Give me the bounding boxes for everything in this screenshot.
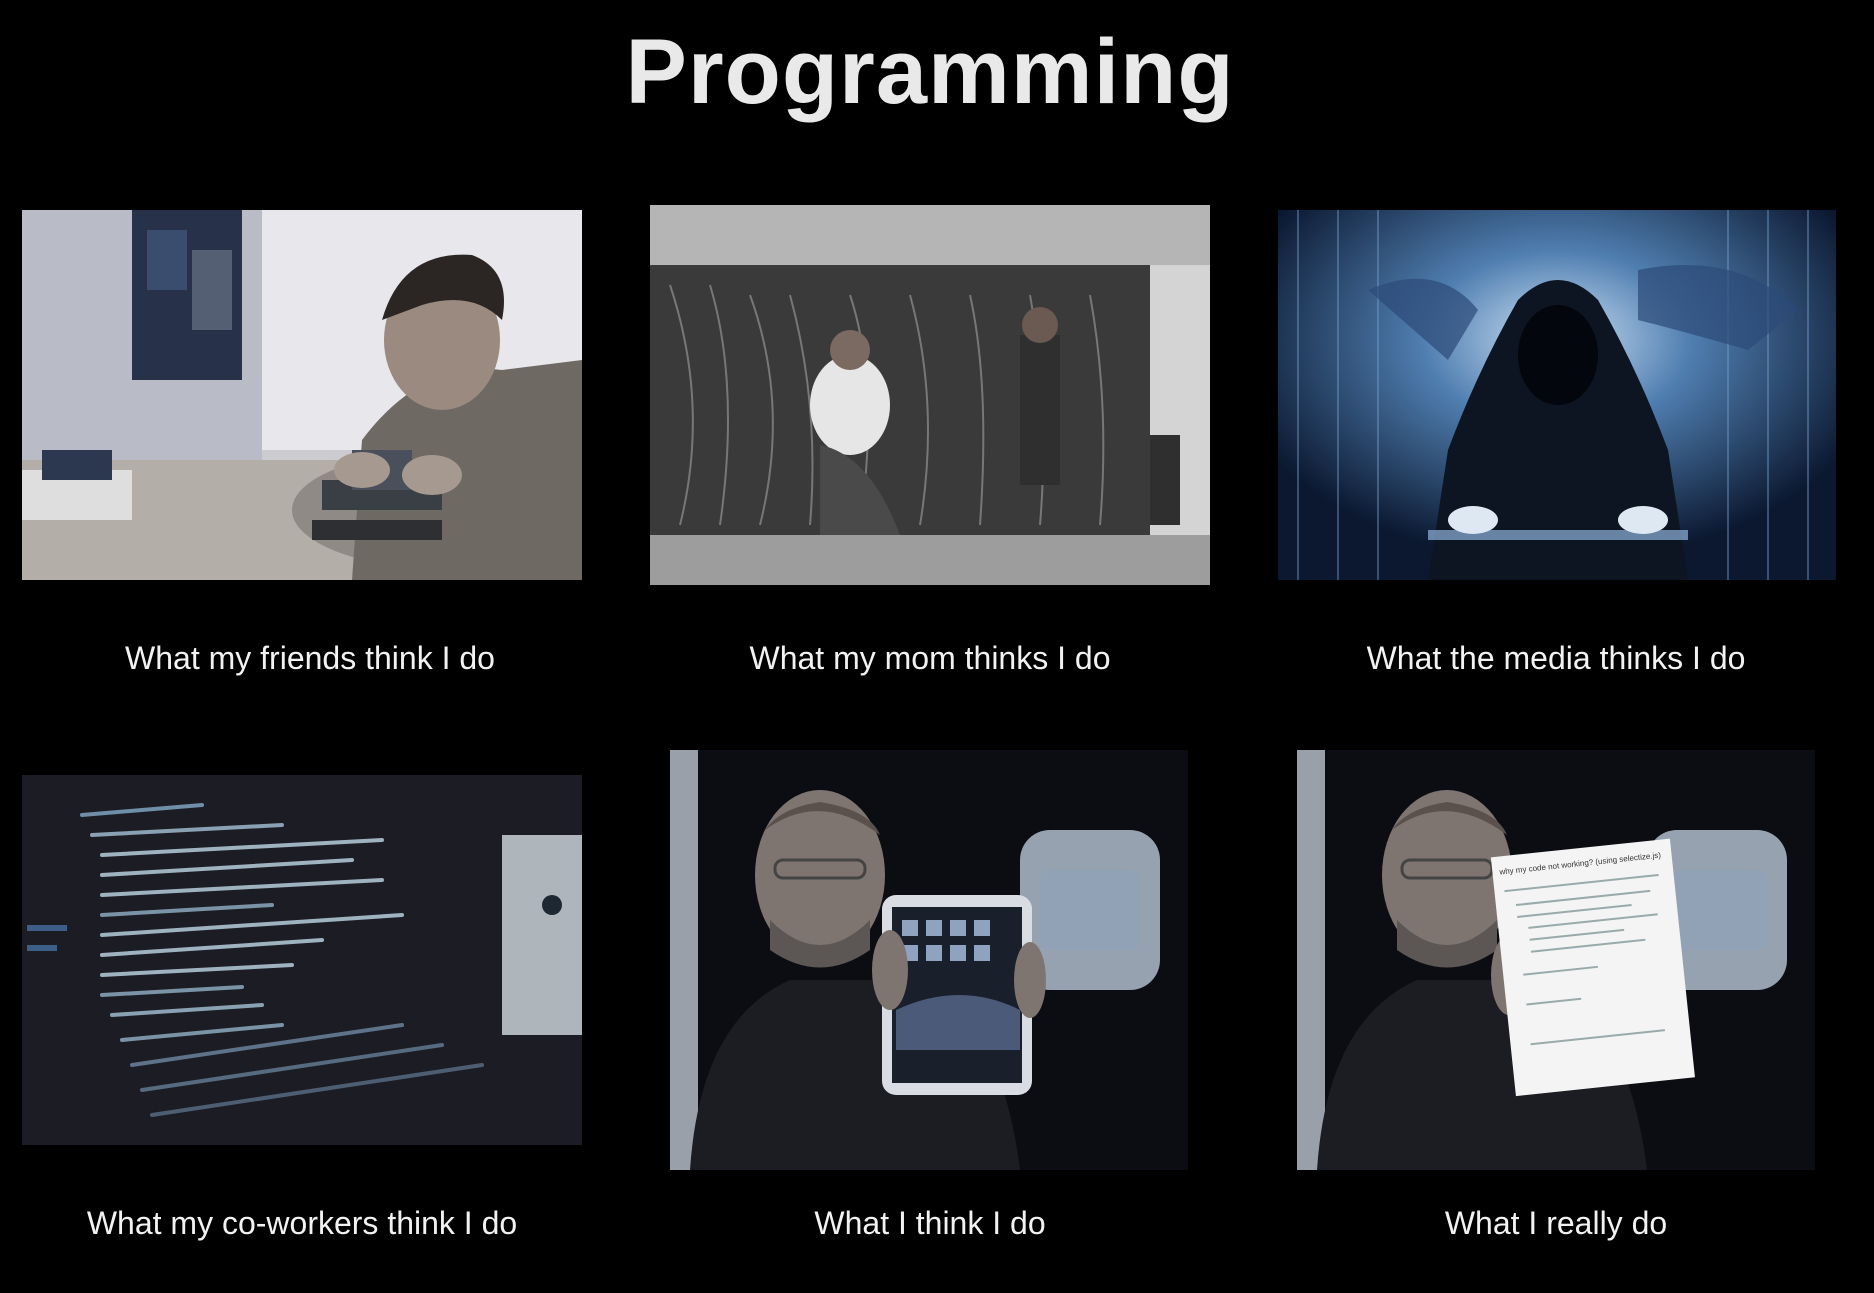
caption-friends: What my friends think I do [125,640,495,676]
caption-really-do: What I really do [1444,1205,1668,1241]
panel-mom-image [650,205,1210,585]
panel-really-do-image: why my code not working? (using selectiz… [1297,750,1815,1170]
meme-title: Programming [625,21,1235,123]
caption-mom: What my mom thinks I do [749,640,1111,676]
panel-coworkers-image [22,775,582,1145]
panel-i-think-image [670,750,1188,1170]
panel-friends-image [22,210,582,580]
caption-i-think: What I think I do [814,1205,1046,1241]
caption-coworkers: What my co-workers think I do [86,1205,518,1241]
caption-media: What the media thinks I do [1366,640,1746,676]
panel-media-image [1278,210,1836,580]
